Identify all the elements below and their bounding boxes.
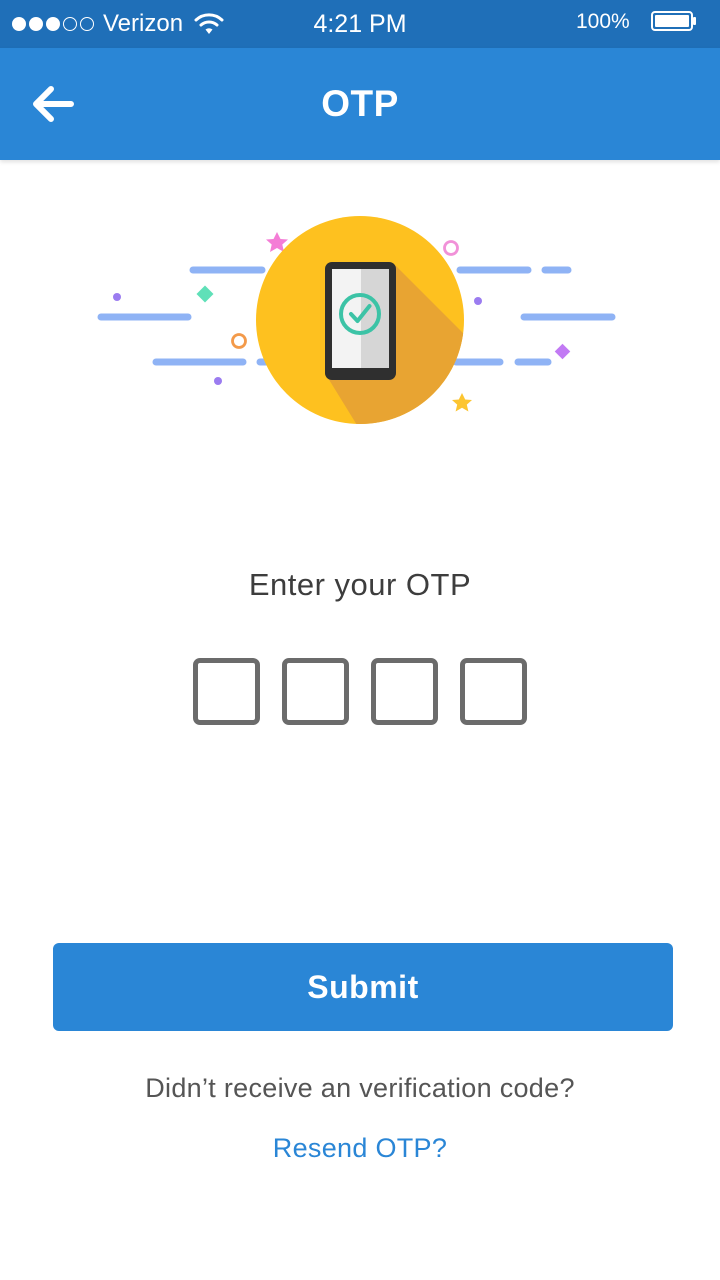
page-title: OTP <box>321 83 399 124</box>
otp-digit-4[interactable] <box>460 658 527 725</box>
resend-hint: Didn’t receive an verification code? <box>145 1073 575 1103</box>
status-bar: Verizon 4:21 PM 100% <box>0 0 720 48</box>
phone-verified-icon <box>325 262 396 380</box>
battery-percent: 100% <box>576 10 630 33</box>
otp-illustration <box>97 216 616 424</box>
otp-digit-2[interactable] <box>282 658 349 725</box>
otp-digit-3[interactable] <box>371 658 438 725</box>
submit-button[interactable]: Submit <box>53 943 673 1031</box>
otp-digit-1[interactable] <box>193 658 260 725</box>
battery-icon <box>651 11 696 31</box>
star-icon <box>452 393 472 412</box>
resend-otp-link[interactable]: Resend OTP? <box>0 1128 720 1168</box>
otp-prompt: Enter your OTP <box>248 567 472 602</box>
app-bar: OTP <box>0 48 720 160</box>
otp-input-group <box>193 658 529 728</box>
